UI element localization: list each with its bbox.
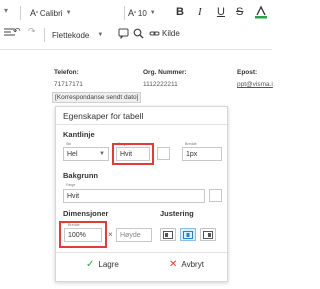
italic-button[interactable]: I bbox=[198, 6, 202, 18]
dimensions-section-title: Dimensjoner bbox=[63, 209, 109, 218]
highlight-border-color bbox=[112, 143, 154, 165]
height-placeholder: Høyde bbox=[120, 231, 141, 239]
org-number-value: 1112222211 bbox=[143, 81, 178, 88]
link-label: Kilde bbox=[162, 29, 180, 38]
border-width-value: 1px bbox=[186, 150, 198, 158]
cancel-button[interactable]: ✕ Avbryt bbox=[169, 259, 204, 270]
find-button[interactable] bbox=[133, 28, 144, 39]
chevron-down-icon: ▼ bbox=[65, 10, 72, 16]
comment-button[interactable] bbox=[118, 28, 129, 39]
border-color-swatch[interactable] bbox=[157, 147, 170, 160]
border-style-caption: Stil bbox=[66, 142, 71, 146]
redo-icon: ↷ bbox=[28, 26, 36, 36]
link-icon bbox=[149, 31, 160, 36]
cancel-label: Avbryt bbox=[181, 260, 204, 269]
border-section-title: Kantlinje bbox=[63, 130, 95, 139]
undo-icon: ↶ bbox=[13, 26, 21, 36]
bg-color-value: Hvit bbox=[67, 192, 80, 200]
background-section-title: Bakgrunn bbox=[63, 171, 99, 180]
font-size-icon-sub: ᵃ bbox=[134, 10, 136, 16]
merge-field-placeholder[interactable]: [Korrespondanse sendt dato] bbox=[52, 92, 142, 103]
border-width-input[interactable]: 1px bbox=[182, 147, 222, 161]
highlight-width bbox=[59, 221, 107, 248]
align-left-table-button[interactable] bbox=[160, 228, 176, 241]
height-input[interactable]: Høyde bbox=[116, 228, 152, 242]
font-size-select[interactable]: A ᵃ 10 ▼ bbox=[128, 5, 156, 21]
email-link[interactable]: ppt@visma.i bbox=[237, 81, 273, 88]
bg-color-swatch[interactable] bbox=[209, 189, 222, 202]
chevron-down-icon: ▼ bbox=[99, 151, 105, 157]
editor-toolbar: ▾ A ᵃ Calibri ▼ A ᵃ 10 ▼ B I U S ↶ ↷ Fle… bbox=[0, 0, 272, 50]
email-value[interactable]: ppt@visma.i bbox=[237, 81, 273, 88]
underline-button[interactable]: U bbox=[217, 6, 225, 18]
chevron-down-icon: ▼ bbox=[149, 10, 156, 16]
bold-button[interactable]: B bbox=[176, 6, 184, 18]
times-sign: × bbox=[108, 230, 113, 239]
dialog-header-divider bbox=[56, 124, 227, 125]
phone-value: 71717171 bbox=[54, 81, 83, 88]
save-button[interactable]: ✓ Lagre bbox=[86, 259, 119, 270]
dialog-footer-divider bbox=[56, 252, 227, 253]
search-icon bbox=[133, 28, 144, 39]
align-center-icon bbox=[183, 230, 193, 239]
link-button[interactable]: Kilde bbox=[149, 28, 180, 39]
border-width-caption: Bredde bbox=[185, 142, 197, 146]
chevron-down-icon: ▼ bbox=[97, 32, 104, 38]
save-label: Lagre bbox=[98, 260, 119, 269]
text-color-button[interactable] bbox=[254, 5, 268, 19]
bg-color-input[interactable]: Hvit bbox=[63, 189, 205, 203]
check-icon: ✓ bbox=[86, 259, 95, 270]
undo-button[interactable]: ↶ bbox=[13, 26, 21, 37]
font-size-value: 10 bbox=[137, 8, 147, 18]
font-family-select[interactable]: A ᵃ Calibri ▼ bbox=[30, 5, 72, 21]
border-style-value: Hel bbox=[67, 150, 78, 158]
comment-icon bbox=[118, 28, 129, 39]
text-color-icon bbox=[255, 5, 267, 19]
align-center-table-button[interactable] bbox=[180, 228, 196, 241]
bg-color-caption: Farge bbox=[66, 183, 76, 187]
toolbar-row-format: ▾ A ᵃ Calibri ▼ A ᵃ 10 ▼ B I U S bbox=[0, 2, 272, 24]
org-number-label: Org. Nummer: bbox=[143, 69, 187, 76]
dialog-title: Egenskaper for tabell bbox=[63, 111, 144, 121]
redo-button[interactable]: ↷ bbox=[28, 26, 36, 37]
toolbar-separator bbox=[20, 6, 21, 20]
toolbar-row-insert: ↶ ↷ Flettekode ▼ Kilde bbox=[0, 24, 272, 46]
toolbar-separator bbox=[44, 28, 45, 42]
merge-code-select[interactable]: Flettekode ▼ bbox=[52, 27, 103, 43]
font-icon-sub: ᵃ bbox=[36, 10, 38, 16]
alignment-section-title: Justering bbox=[160, 209, 194, 218]
align-right-table-button[interactable] bbox=[200, 228, 216, 241]
align-right-icon bbox=[203, 230, 213, 239]
toolbar-separator bbox=[124, 6, 125, 20]
strikethrough-button[interactable]: S bbox=[236, 6, 243, 18]
chevron-down-icon[interactable]: ▾ bbox=[4, 6, 8, 15]
font-family-value: Calibri bbox=[39, 8, 63, 18]
close-icon: ✕ bbox=[169, 259, 178, 270]
email-label: Epost: bbox=[237, 69, 258, 76]
phone-label: Telefon: bbox=[54, 69, 79, 76]
align-left-icon bbox=[163, 230, 173, 239]
table-properties-dialog: Egenskaper for tabell Kantlinje Stil Hel… bbox=[55, 106, 228, 282]
border-style-select[interactable]: Hel ▼ bbox=[63, 147, 109, 161]
merge-code-label: Flettekode bbox=[52, 30, 90, 40]
